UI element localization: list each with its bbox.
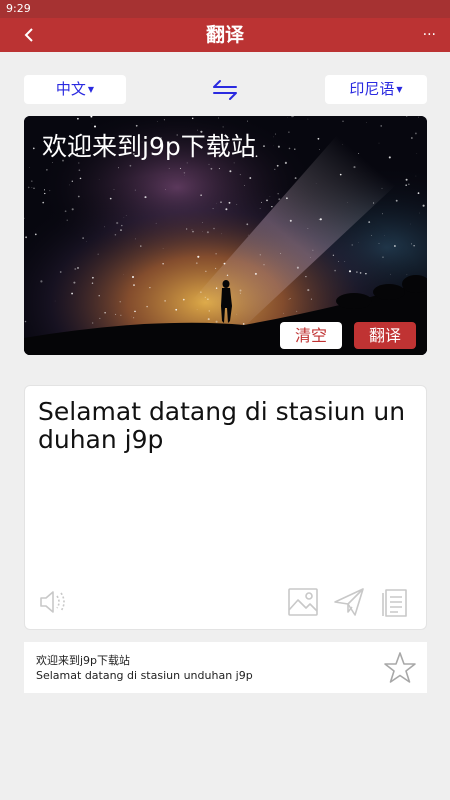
target-language-label: 印尼语 — [349, 80, 395, 98]
status-time: 9:29 — [6, 2, 31, 15]
page-title: 翻译 — [205, 24, 244, 46]
swap-arrows-icon — [213, 80, 237, 100]
input-card[interactable]: 欢迎来到j9p下载站 清空 翻译 — [24, 116, 427, 355]
more-options-button[interactable]: ··· — [423, 22, 436, 48]
send-icon[interactable] — [333, 586, 365, 618]
swap-languages-button[interactable] — [210, 78, 240, 102]
clear-button[interactable]: 清空 — [280, 322, 342, 349]
status-bar: 9:29 — [0, 0, 450, 18]
translated-text: Selamat datang di stasiun unduhan j9p — [38, 397, 406, 454]
source-text[interactable]: 欢迎来到j9p下载站 — [42, 130, 256, 164]
target-language-selector[interactable]: 印尼语 ▼ — [325, 75, 427, 104]
history-item[interactable]: 欢迎来到j9p下载站 Selamat datang di stasiun und… — [24, 642, 427, 693]
source-language-selector[interactable]: 中文 ▼ — [24, 75, 126, 104]
output-card: Selamat datang di stasiun unduhan j9p — [24, 385, 427, 630]
caret-down-icon: ▼ — [87, 85, 95, 94]
copy-icon[interactable] — [379, 586, 411, 618]
translate-button[interactable]: 翻译 — [354, 322, 416, 349]
history-source-text: 欢迎来到j9p下载站 — [36, 654, 131, 667]
star-icon[interactable] — [383, 651, 417, 685]
source-language-label: 中文 — [55, 80, 86, 98]
title-bar: 翻译 ··· — [0, 18, 450, 52]
history-translation-text: Selamat datang di stasiun unduhan j9p — [36, 669, 253, 682]
caret-down-icon: ▼ — [396, 85, 403, 94]
image-icon[interactable] — [287, 586, 319, 618]
speaker-icon[interactable] — [37, 586, 69, 618]
